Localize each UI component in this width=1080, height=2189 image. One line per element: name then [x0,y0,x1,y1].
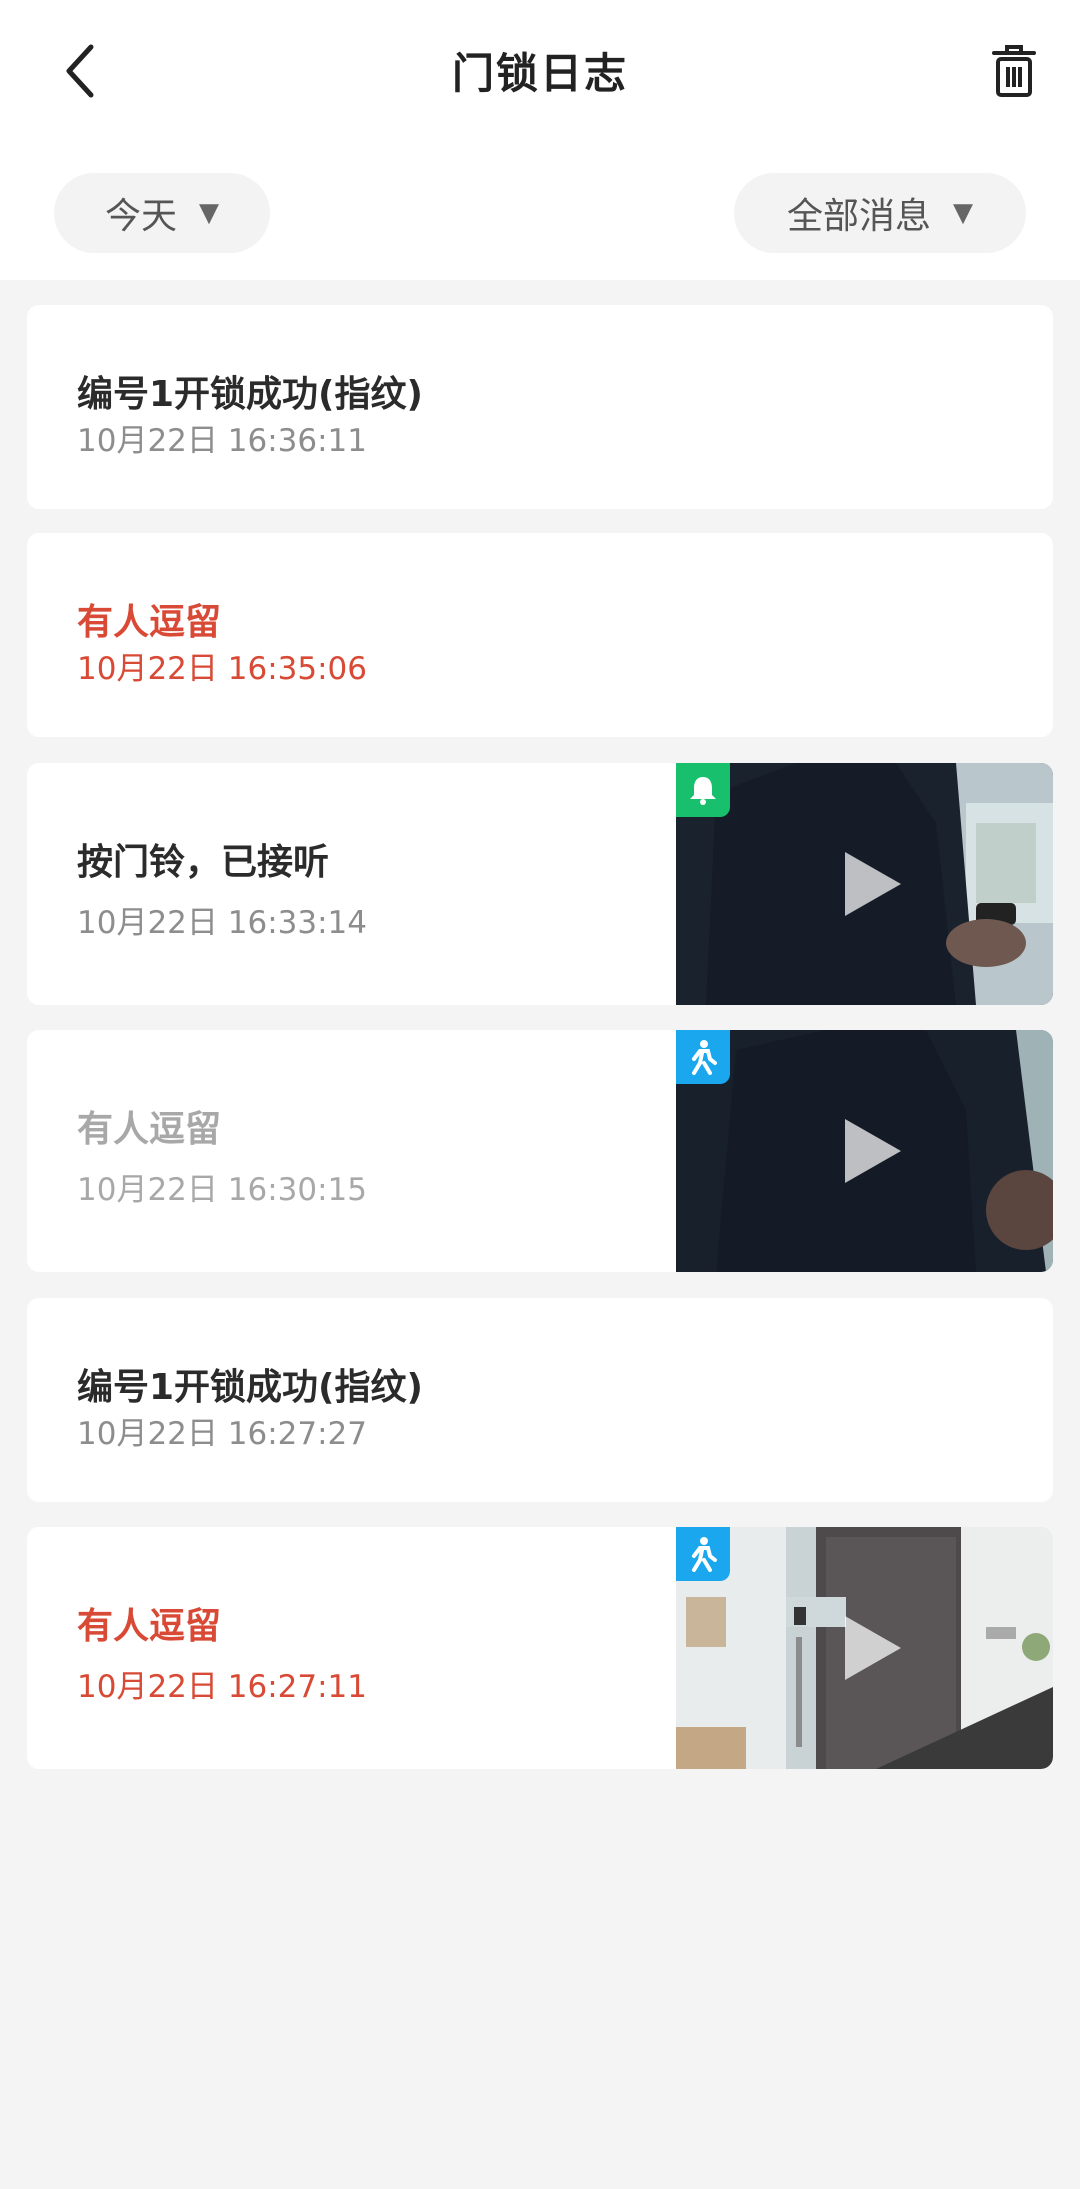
bell-icon [690,777,716,805]
log-time: 10月22日 16:36:11 [77,423,367,459]
play-icon[interactable] [844,1119,901,1183]
log-title: 按门铃，已接听 [77,842,330,883]
video-thumbnail[interactable] [676,1030,1053,1272]
log-time: 10月22日 16:27:11 [77,1669,367,1705]
log-title: 编号1开锁成功(指纹) [77,374,423,415]
motion-badge [676,1030,730,1084]
log-time: 10月22日 16:30:15 [77,1172,367,1208]
log-title: 有人逗留 [77,1606,222,1647]
log-title: 编号1开锁成功(指纹) [77,1367,423,1408]
caret-down-icon: ▼ [953,198,973,228]
date-filter-label: 今天 [104,196,177,237]
log-title: 有人逗留 [77,1109,222,1150]
log-time: 10月22日 16:27:27 [77,1416,367,1452]
type-filter-label: 全部消息 [786,196,931,237]
trash-icon [992,45,1036,97]
log-item[interactable]: 有人逗留 10月22日 16:27:11 [27,1527,1053,1769]
play-icon[interactable] [844,852,901,916]
log-time: 10月22日 16:33:14 [77,905,367,941]
video-thumbnail[interactable] [676,1527,1053,1769]
video-thumbnail[interactable] [676,763,1053,1005]
log-item[interactable]: 有人逗留 10月22日 16:30:15 [27,1030,1053,1272]
log-item[interactable]: 编号1开锁成功(指纹) 10月22日 16:36:11 [27,305,1053,509]
motion-badge [676,1527,730,1581]
log-item[interactable]: 编号1开锁成功(指纹) 10月22日 16:27:27 [27,1298,1053,1502]
log-time: 10月22日 16:35:06 [77,651,367,687]
delete-button[interactable] [984,36,1044,106]
log-item[interactable]: 有人逗留 10月22日 16:35:06 [27,533,1053,737]
person-icon [692,1537,717,1572]
type-filter-dropdown[interactable]: 全部消息 ▼ [734,173,1026,253]
date-filter-dropdown[interactable]: 今天 ▼ [54,173,270,253]
person-icon [692,1040,717,1075]
page-title: 门锁日志 [451,49,628,98]
top-bar: 门锁日志 今天 ▼ 全部消息 ▼ [0,0,1080,280]
log-item[interactable]: 按门铃，已接听 10月22日 16:33:14 [27,763,1053,1005]
log-title: 有人逗留 [77,602,222,643]
caret-down-icon: ▼ [199,198,219,228]
doorbell-badge [676,763,730,817]
play-icon[interactable] [844,1616,901,1680]
